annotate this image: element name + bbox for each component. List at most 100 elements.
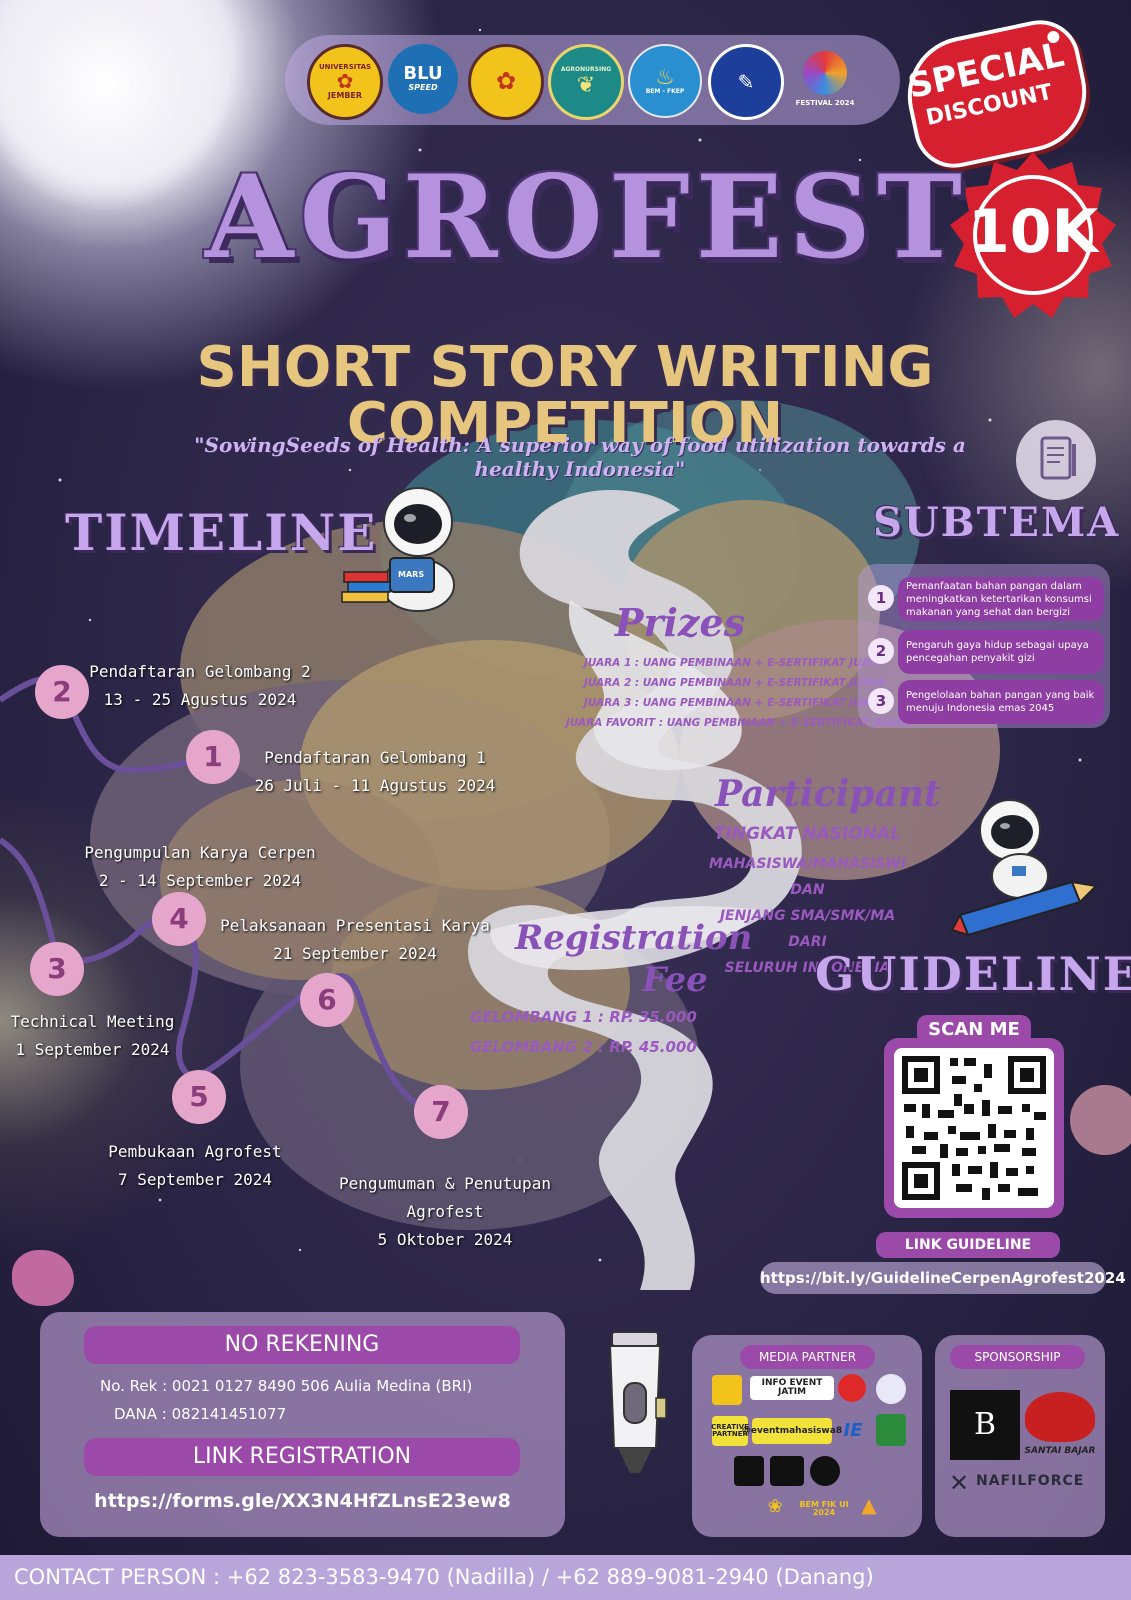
media-logo-12 [848, 1456, 898, 1484]
prize-line-4: JUARA FAVORIT : UANG PEMBINAAN + E-SERTI… [566, 717, 910, 729]
bem-fik-ui-logo: BEM FIK UI 2024 [799, 1500, 849, 1517]
document-icon [1016, 420, 1096, 500]
subtema-item-1: 1 Pemanfaatan bahan pangan dalam meningk… [868, 577, 1106, 621]
timeline-item-3-date: 1 September 2024 [15, 1040, 170, 1059]
timeline-item-7-title2: Agrofest [406, 1202, 484, 1221]
prize-line-2: JUARA 2 : UANG PEMBINAAN + E-SERTIFIKAT … [584, 677, 886, 689]
price-label: 10K [968, 197, 1098, 267]
agronursing-logo: AGRONURSING ❦ [548, 44, 624, 120]
flame-logo-icon: ▲ [861, 1493, 877, 1517]
rekening-heading: NO REKENING [84, 1326, 520, 1364]
timeline-item-4-title: Pelaksanaan Presentasi Karya [220, 916, 490, 935]
astronaut-pencil-icon [950, 799, 1099, 937]
santai-bajar-bull-icon [1025, 1392, 1095, 1442]
media-logo-11 [810, 1456, 840, 1486]
nsc-logo: ✎ [708, 44, 784, 120]
info-event-jatim-logo: INFO EVENT JATIM [750, 1376, 834, 1400]
contact-person-text: CONTACT PERSON : +62 823-3583-9470 (Nadi… [14, 1565, 874, 1589]
fee-wave-1: GELOMBANG 1 : RP. 35.000 [470, 1008, 697, 1026]
link-guideline-label: LINK GUIDELINE [876, 1232, 1060, 1258]
timeline-item-4: Pelaksanaan Presentasi Karya 21 Septembe… [210, 912, 500, 968]
timeline-item-7-title: Pengumuman & Penutupan [339, 1174, 551, 1193]
timeline-item-2-date: 13 - 25 Agustus 2024 [103, 690, 297, 709]
media-logo-8 [876, 1414, 906, 1446]
fee-wave-2: GELOMBANG 2 : RP. 45.000 [470, 1038, 697, 1056]
timeline-item-2: Pendaftaran Gelombang 2 13 - 25 Agustus … [70, 658, 330, 714]
event-title: AGROFEST [205, 150, 968, 284]
santai-bajar-label: SANTAI BAJAR [1024, 1446, 1096, 1456]
univ-faculty-logo: ✿ [468, 44, 544, 120]
registration-link[interactable]: https://forms.gle/XX3N4HfZLnsE23ew8 [60, 1488, 545, 1514]
sponsorship-heading: SPONSORSHIP [950, 1345, 1085, 1369]
blu-speed-logo: BLU SPEED [388, 44, 458, 114]
subtema-num-1: 1 [868, 585, 894, 611]
timeline-item-7-date: 5 Oktober 2024 [377, 1230, 513, 1249]
participant-heading: Participant [715, 773, 941, 815]
book-label: MARS [398, 570, 425, 579]
sponsor-b-logo: B [950, 1390, 1020, 1460]
timeline-item-1-date: 26 Juli - 11 Agustus 2024 [254, 776, 496, 795]
timeline-item-5-title: Pembukaan Agrofest [108, 1142, 282, 1161]
qr-code[interactable] [894, 1048, 1054, 1208]
timeline-item-7: Pengumuman & Penutupan Agrofest 5 Oktobe… [325, 1170, 565, 1254]
asteroid-left [12, 1250, 74, 1306]
timeline-step-4: 4 [152, 892, 206, 946]
timeline-item-2-title: Pendaftaran Gelombang 2 [89, 662, 311, 681]
subtema-heading: SUBTEMA [873, 499, 1121, 546]
media-partner-heading: MEDIA PARTNER [740, 1345, 875, 1369]
bem-fkep-logo: ♨ BEM - FKEP [628, 44, 702, 118]
subtema-item-2: 2 Pengaruh gaya hidup sebagai upaya penc… [868, 630, 1106, 674]
ie-logo: IE [843, 1420, 863, 1441]
fee-heading: Fee [642, 960, 708, 1000]
prize-line-1: JUARA 1 : UANG PEMBINAAN + E-SERTIFIKAT … [584, 657, 886, 669]
timeline-step-6: 6 [300, 973, 354, 1027]
univ-jember-logo: UNIVERSITAS ✿ JEMBER [307, 44, 383, 120]
timeline-submission-title: Pengumpulan Karya Cerpen [84, 843, 316, 862]
asteroid-right [1070, 1085, 1131, 1155]
timeline-item-3-title: Technical Meeting [10, 1012, 175, 1031]
media-logo-13: ❀ [767, 1496, 783, 1517]
poster: UNIVERSITAS ✿ JEMBER BLU SPEED ✿ AGRONURSIN… [0, 0, 1131, 1600]
media-logo-10 [770, 1456, 804, 1486]
timeline-step-5: 5 [172, 1070, 226, 1124]
nafilforce-icon: ✕ [948, 1469, 970, 1497]
registration-link-heading: LINK REGISTRATION [84, 1438, 520, 1476]
timeline-step-3: 3 [30, 942, 84, 996]
dana-account: DANA : 082141451077 [114, 1405, 287, 1423]
timeline-step-7: 7 [414, 1085, 468, 1139]
media-logo-3 [838, 1374, 866, 1402]
prizes-heading: Prizes [614, 600, 746, 645]
event-mahasiswa-logo: @eventmahasiswa8 [742, 1418, 842, 1444]
theme-tagline: "SowingSeeds of Health: A superior way o… [194, 433, 966, 481]
guideline-heading: GUIDELINE [815, 947, 1131, 1001]
timeline-heading: TIMELINE [65, 503, 378, 562]
subtema-num-3: 3 [868, 688, 894, 714]
timeline-step-1: 1 [186, 730, 240, 784]
bank-account: No. Rek : 0021 0127 8490 506 Aulia Medin… [100, 1377, 473, 1395]
timeline-item-4-date: 21 September 2024 [273, 944, 437, 963]
timeline-item-5: Pembukaan Agrofest 7 September 2024 [90, 1138, 300, 1194]
timeline-item-1-title: Pendaftaran Gelombang 1 [264, 748, 486, 767]
media-logo-4 [876, 1374, 906, 1404]
timeline-item-5-date: 7 September 2024 [117, 1170, 273, 1189]
contact-bar: CONTACT PERSON : +62 823-3583-9470 (Nadi… [0, 1555, 1131, 1600]
timeline-item-submission: Pengumpulan Karya Cerpen 2 - 14 Septembe… [70, 839, 330, 895]
logo-bar: UNIVERSITAS ✿ JEMBER BLU SPEED ✿ AGRONURSIN… [285, 35, 900, 125]
media-logo-1 [712, 1375, 742, 1405]
subtema-text-2: Pengaruh gaya hidup sebagai upaya penceg… [898, 630, 1104, 674]
guideline-link[interactable]: https://bit.ly/GuidelineCerpenAgrofest20… [760, 1262, 1126, 1294]
subtema-item-3: 3 Pengelolaan bahan pangan yang baik men… [868, 680, 1106, 724]
participant-line-1: MAHASISWA/MAHASISWI DAN [709, 856, 906, 898]
registration-heading: Registration [515, 918, 753, 958]
timeline-item-1: Pendaftaran Gelombang 1 26 Juli - 11 Agu… [245, 744, 505, 800]
nafilforce-label: NAFILFORCE [976, 1473, 1085, 1489]
participant-level: TINGKAT NASIONAL [714, 824, 901, 844]
agrofest-festival-logo: FESTIVAL 2024 [785, 44, 865, 114]
media-logo-9 [734, 1456, 764, 1486]
subtema-text-3: Pengelolaan bahan pangan yang baik menuj… [898, 680, 1104, 724]
prize-line-3: JUARA 3 : UANG PEMBINAAN + E-SERTIFIKAT … [584, 697, 886, 709]
timeline-submission-date: 2 - 14 September 2024 [98, 871, 302, 890]
astronaut-reading-icon [341, 487, 455, 612]
subtema-num-2: 2 [868, 638, 894, 664]
timeline-item-3: Technical Meeting 1 September 2024 [5, 1008, 180, 1064]
